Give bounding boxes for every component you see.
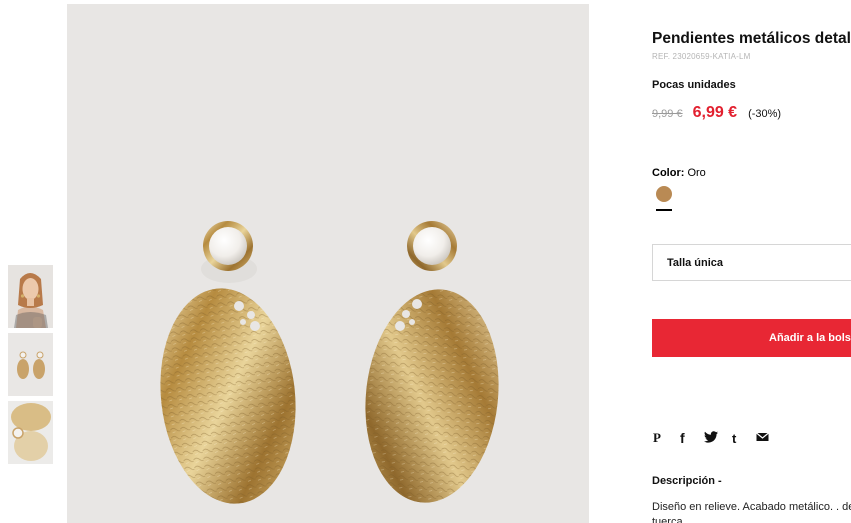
stock-status: Pocas unidades bbox=[652, 79, 736, 91]
thumbnail-earrings[interactable] bbox=[8, 333, 53, 396]
thumbnail-closeup[interactable] bbox=[8, 401, 53, 464]
facebook-glyph: f bbox=[680, 431, 685, 444]
color-value: Oro bbox=[687, 167, 706, 179]
pinterest-glyph: P bbox=[653, 431, 661, 444]
description-title: Descripción - bbox=[652, 475, 722, 487]
price-row: 9,99 € 6,99 € (-30%) bbox=[652, 104, 781, 122]
product-title: Pendientes metálicos detall bbox=[652, 30, 851, 47]
discount-label: (-30%) bbox=[748, 108, 782, 120]
product-ref: REF. 23020659-KATIA-LM bbox=[652, 52, 751, 61]
color-label-key: Color: bbox=[652, 167, 685, 179]
twitter-icon[interactable] bbox=[704, 428, 730, 446]
color-swatch-oro[interactable] bbox=[656, 186, 672, 202]
sale-price: 6,99 € bbox=[692, 104, 738, 121]
tumblr-icon[interactable]: t bbox=[730, 428, 756, 446]
email-icon[interactable] bbox=[756, 428, 782, 446]
add-to-bag-button[interactable]: Añadir a la bols bbox=[652, 319, 851, 357]
product-image[interactable] bbox=[67, 4, 589, 523]
description-text: Diseño en relieve. Acabado metálico. . d… bbox=[652, 501, 851, 523]
thumbnail-list bbox=[8, 265, 53, 469]
product-info-panel: Pendientes metálicos detall REF. 2302065… bbox=[652, 0, 851, 523]
share-icons: P f t bbox=[652, 428, 782, 446]
old-price: 9,99 € bbox=[652, 108, 683, 120]
color-label: Color: Oro bbox=[652, 167, 706, 179]
size-select[interactable]: Talla única bbox=[652, 244, 851, 281]
thumbnail-model[interactable] bbox=[8, 265, 53, 328]
tumblr-glyph: t bbox=[732, 431, 737, 444]
facebook-icon[interactable]: f bbox=[678, 428, 704, 446]
pinterest-icon[interactable]: P bbox=[652, 428, 678, 446]
selected-swatch-indicator bbox=[656, 209, 672, 211]
